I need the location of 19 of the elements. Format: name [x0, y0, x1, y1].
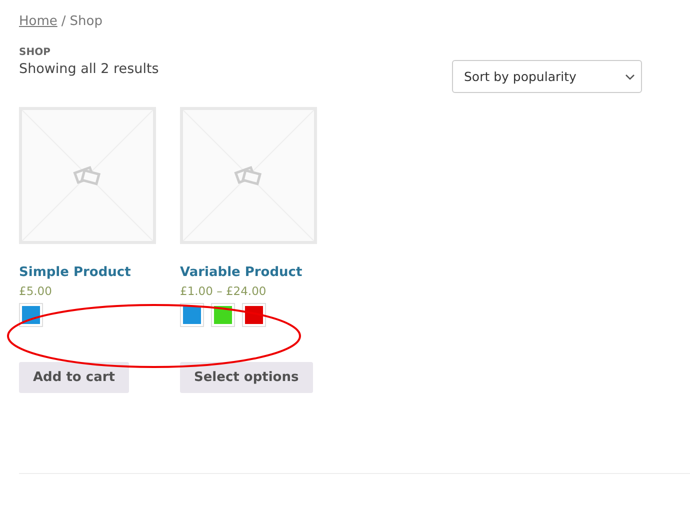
breadcrumb-link[interactable]: Home [19, 14, 58, 29]
product-button[interactable]: Select options [180, 362, 313, 393]
page-title: SHOP [19, 47, 52, 58]
product-price: £1.00 – £24.00 [180, 284, 266, 298]
result-count: Showing all 2 results [19, 61, 159, 77]
sort-select[interactable]: Sort by popularity [452, 60, 642, 93]
color-swatch[interactable] [180, 303, 204, 327]
breadcrumb-separator: / [61, 14, 66, 29]
product-price: £5.00 [19, 284, 52, 298]
color-swatch[interactable] [242, 303, 266, 327]
photo-icon [234, 164, 264, 186]
color-swatch[interactable] [19, 303, 43, 327]
photo-icon [73, 164, 103, 186]
product-name-link[interactable]: Variable Product [180, 265, 302, 280]
color-swatch[interactable] [211, 303, 235, 327]
product-name-link[interactable]: Simple Product [19, 265, 131, 280]
product-button[interactable]: Add to cart [19, 362, 129, 393]
chevron-down-icon [625, 74, 635, 80]
breadcrumb-current: Shop [70, 14, 102, 29]
